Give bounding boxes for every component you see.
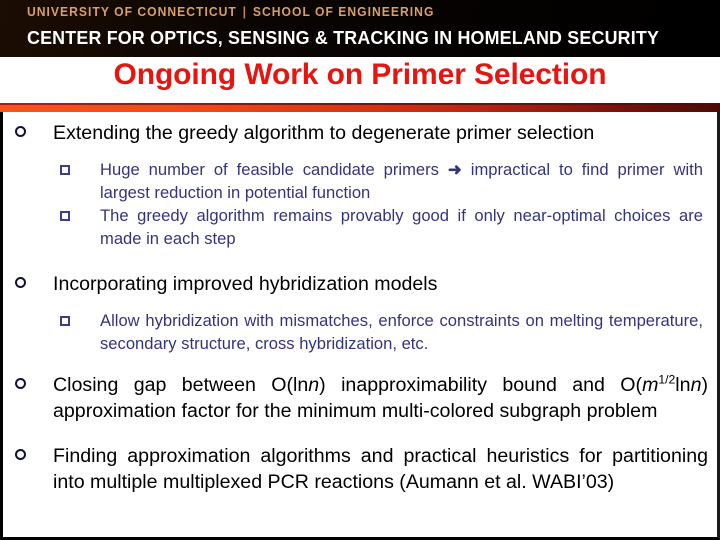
math-variable-m: m bbox=[642, 374, 659, 396]
bullet-text: Huge number of feasible candidate primer… bbox=[100, 159, 703, 204]
page-title: Ongoing Work on Primer Selection bbox=[113, 58, 607, 91]
bullet3-part1: Closing gap between O(ln bbox=[53, 374, 309, 396]
circle-bullet-icon bbox=[15, 126, 26, 137]
bullet-text: Incorporating improved hybridization mod… bbox=[53, 273, 438, 295]
list-item: Allow hybridization with mismatches, enf… bbox=[3, 310, 717, 355]
square-bullet-icon bbox=[60, 211, 70, 221]
circle-bullet-icon bbox=[15, 378, 26, 389]
bullet3-part2: ) inapproximability bound and O( bbox=[319, 374, 643, 396]
bullet-text: Finding approximation algorithms and pra… bbox=[53, 445, 708, 493]
header-divider: | bbox=[242, 5, 248, 19]
math-variable-n: n bbox=[308, 374, 320, 396]
list-item: Finding approximation algorithms and pra… bbox=[3, 443, 717, 495]
right-arrow-icon: ➜ bbox=[447, 160, 462, 179]
slide-body-frame: Extending the greedy algorithm to degene… bbox=[0, 112, 720, 540]
bullet-list: Extending the greedy algorithm to degene… bbox=[3, 112, 717, 498]
math-variable-n2: n bbox=[690, 374, 702, 396]
list-item: Incorporating improved hybridization mod… bbox=[3, 271, 717, 297]
bullet-text: Allow hybridization with mismatches, enf… bbox=[100, 311, 703, 353]
header-school: SCHOOL OF ENGINEERING bbox=[252, 5, 435, 19]
title-zone: Ongoing Work on Primer Selection bbox=[0, 57, 720, 104]
list-item: Extending the greedy algorithm to degene… bbox=[3, 120, 717, 146]
circle-bullet-icon bbox=[15, 449, 26, 460]
list-item: The greedy algorithm remains provably go… bbox=[3, 205, 717, 250]
header-institution: UNIVERSITY OF CONNECTICUT bbox=[27, 5, 237, 19]
square-bullet-icon bbox=[60, 316, 70, 326]
header-banner: UNIVERSITY OF CONNECTICUT | SCHOOL OF ENGI… bbox=[0, 0, 720, 57]
circle-bullet-icon bbox=[15, 277, 26, 288]
title-rule-thick bbox=[0, 105, 720, 112]
bullet3-part3: ln bbox=[675, 374, 691, 396]
bullet-text: Extending the greedy algorithm to degene… bbox=[53, 122, 595, 144]
list-item: Huge number of feasible candidate primer… bbox=[3, 159, 717, 204]
bullet-text: Closing gap between O(lnn) inapproximabi… bbox=[53, 372, 708, 424]
presentation-slide: UNIVERSITY OF CONNECTICUT | SCHOOL OF ENGI… bbox=[0, 0, 720, 540]
sub-bullet-text-part-a: Huge number of feasible candidate primer… bbox=[100, 160, 439, 179]
list-item: Closing gap between O(lnn) inapproximabi… bbox=[3, 372, 717, 424]
math-exponent: 1/2 bbox=[658, 372, 676, 387]
square-bullet-icon bbox=[60, 165, 70, 175]
bullet-text: The greedy algorithm remains provably go… bbox=[100, 206, 703, 248]
header-center-name: CENTER FOR OPTICS, SENSING & TRACKING IN… bbox=[27, 27, 660, 48]
header-affiliation-line: UNIVERSITY OF CONNECTICUT | SCHOOL OF ENGI… bbox=[27, 5, 434, 19]
